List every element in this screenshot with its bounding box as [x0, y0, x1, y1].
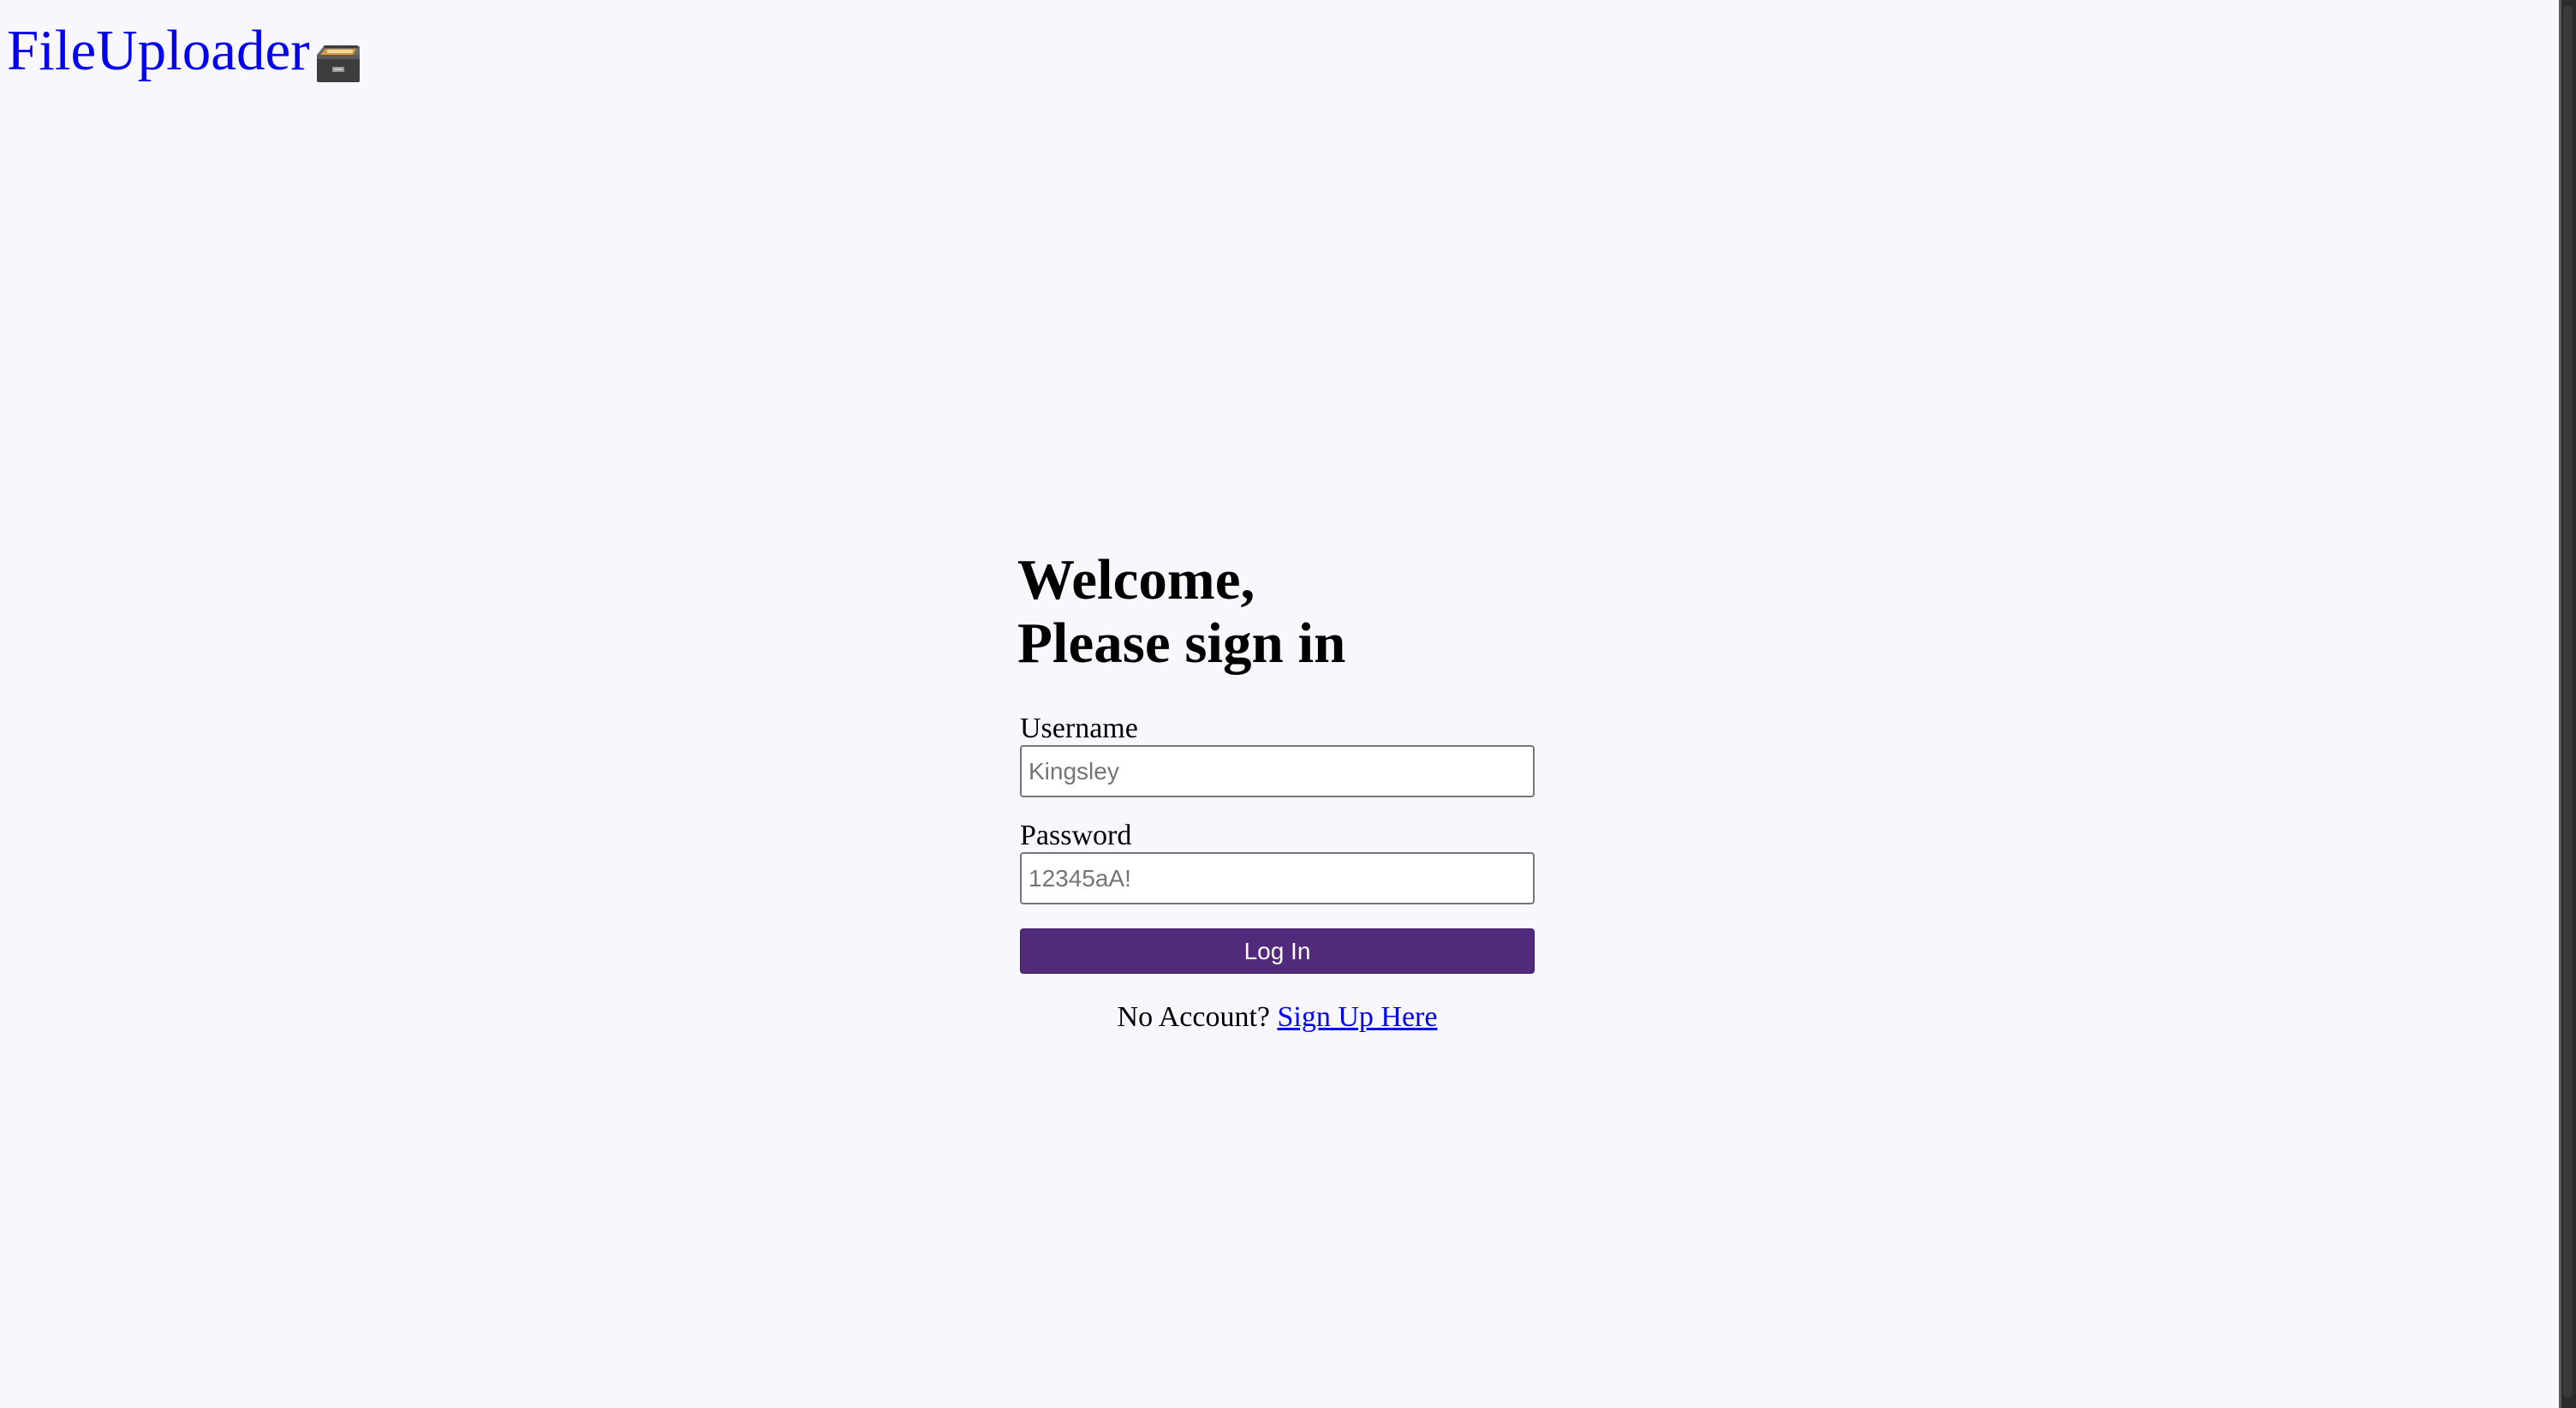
password-label: Password [1020, 820, 1132, 851]
vertical-scrollbar[interactable] [2559, 0, 2576, 1408]
username-label: Username [1020, 713, 1138, 744]
scrollbar-thumb[interactable] [2563, 5, 2573, 1398]
sign-up-link[interactable]: Sign Up Here [1277, 1001, 1437, 1033]
app-logo-link[interactable]: FileUploader [7, 12, 363, 89]
scrollbar-track [2559, 0, 2561, 1408]
signup-prompt-text: No Account? [1117, 1001, 1270, 1033]
welcome-heading-line-2: Please sign in [1017, 612, 1346, 675]
app-title: FileUploader [7, 19, 310, 82]
welcome-heading-line-1: Welcome, [1017, 548, 1255, 612]
file-cabinet-icon [313, 27, 363, 82]
username-input[interactable] [1020, 745, 1535, 797]
password-input[interactable] [1020, 852, 1535, 904]
login-form: Welcome, Please sign in Username Passwor… [1017, 548, 1535, 1035]
welcome-heading: Welcome, Please sign in [1017, 548, 1535, 675]
signup-prompt: No Account? Sign Up Here [1020, 999, 1535, 1035]
log-in-button[interactable]: Log In [1020, 928, 1535, 974]
